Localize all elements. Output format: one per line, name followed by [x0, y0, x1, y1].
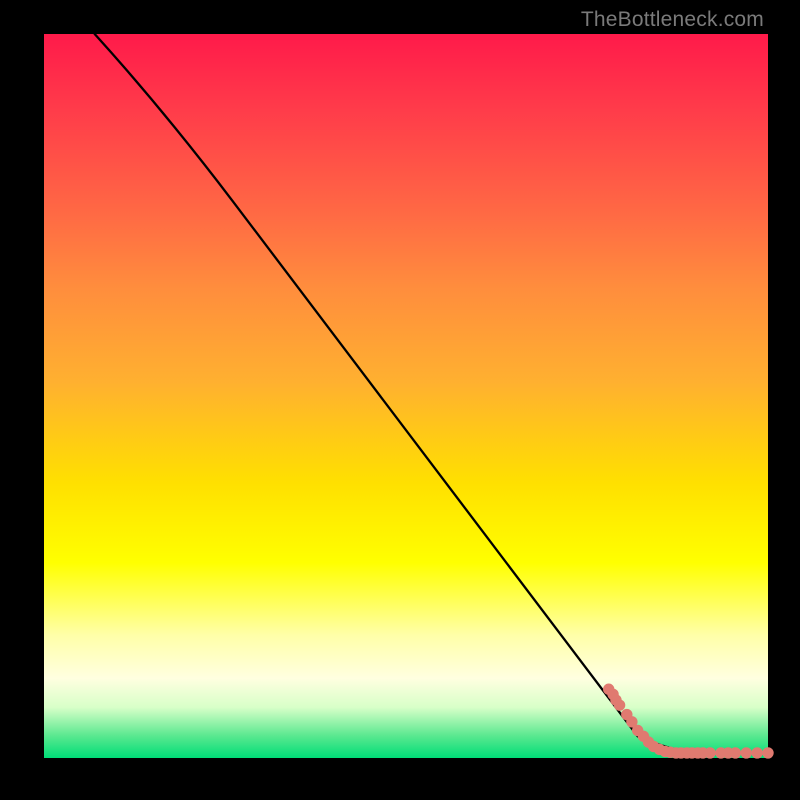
- data-point: [730, 748, 740, 758]
- plot-area: [44, 34, 768, 758]
- data-point: [752, 748, 762, 758]
- data-point: [705, 748, 715, 758]
- data-point: [741, 748, 751, 758]
- data-point: [763, 748, 773, 758]
- data-point: [614, 700, 624, 710]
- credit-label: TheBottleneck.com: [581, 8, 764, 32]
- curve-line: [95, 34, 768, 753]
- chart-container: TheBottleneck.com: [0, 0, 800, 800]
- data-points-group: [604, 684, 774, 758]
- chart-overlay: [44, 34, 768, 758]
